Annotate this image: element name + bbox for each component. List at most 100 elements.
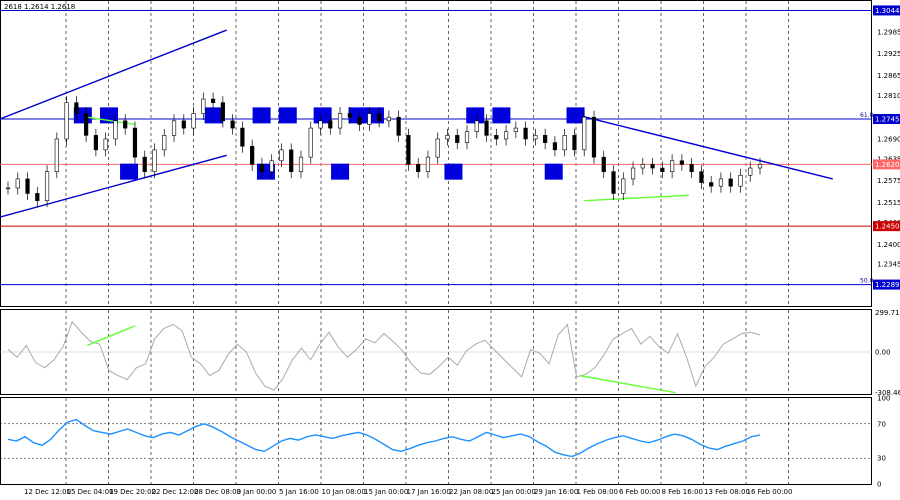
zone-box (444, 163, 463, 180)
candle-body (328, 120, 333, 129)
price-tick-label: 1.2400 (877, 241, 900, 249)
candle-body (728, 178, 733, 187)
x-tick-label: 1 Feb 08:00 (577, 488, 618, 496)
candle-body (5, 187, 11, 190)
x-tick-label: 22 Dec 12:00 (152, 488, 199, 496)
price-tick-label: 1.2690 (877, 135, 900, 143)
price-tick-label: 1.2985 (877, 28, 900, 36)
candle-body (337, 113, 343, 129)
candle-body (298, 156, 304, 172)
candle-body (220, 102, 225, 122)
candle-body (171, 120, 177, 136)
candle-body (562, 135, 567, 151)
rsi-tick-label: 0 (877, 481, 881, 489)
zone-box (331, 163, 350, 180)
fib-marker: 50.0 (860, 278, 874, 285)
candle-body (357, 116, 362, 125)
candle-body (718, 178, 724, 187)
zone-box (204, 107, 223, 124)
candle-body (201, 98, 206, 114)
candle-body (533, 135, 538, 140)
x-tick-label: 6 Feb 00:00 (619, 488, 660, 496)
candle-body (181, 120, 186, 129)
candle-body (386, 116, 391, 122)
level-tag-label: 1.2450 (875, 223, 900, 231)
cci-tick-label: 0.00 (875, 349, 891, 357)
candle-body (679, 160, 684, 165)
candle-body (318, 120, 323, 129)
candle-body (93, 135, 98, 151)
candle-body (44, 171, 50, 202)
candle-body (132, 127, 138, 158)
candle-body (484, 120, 489, 136)
candle-body (474, 120, 479, 133)
candle-body (347, 113, 352, 118)
candle-body (377, 113, 382, 122)
candle-body (494, 135, 499, 140)
candle-body (64, 102, 69, 140)
level-tag-label: 1.3044 (875, 7, 900, 15)
zone-box (492, 107, 511, 124)
candle-body (699, 171, 704, 183)
level-tag-label: 1.2289 (875, 281, 900, 289)
x-tick-label: 29 Jan 16:00 (534, 488, 578, 496)
x-tick-label: 15 Jan 00:00 (364, 488, 408, 496)
cci-tick-label: 299.7167 (875, 309, 900, 317)
chart-canvas: 61.850.0 1.29851.29251.28651.28101.27501… (0, 0, 900, 500)
candle-body (15, 178, 20, 189)
x-tick-label: 8 Feb 16:00 (662, 488, 703, 496)
candle-body (572, 135, 577, 151)
x-tick-label: 25 Jan 00:00 (492, 488, 536, 496)
candle-body (74, 102, 79, 114)
candle-body (84, 113, 89, 136)
price-tick-label: 1.2515 (877, 199, 900, 207)
x-tick-label: 15 Dec 04:00 (67, 488, 114, 496)
candle-body (640, 164, 645, 169)
candle-body (591, 116, 597, 158)
candle-body (670, 160, 675, 172)
rsi-tick-label: 100 (877, 395, 890, 403)
candle-body (660, 167, 665, 172)
candle-body (513, 127, 518, 133)
x-tick-label: 16 Feb 00:00 (747, 488, 793, 496)
zone-box (566, 107, 585, 124)
candle-body (240, 127, 245, 147)
candle-body (523, 127, 528, 140)
x-axis-labels: 12 Dec 12:0015 Dec 04:0019 Dec 20:0022 D… (24, 488, 792, 496)
candle-body (445, 135, 450, 140)
candle-body (630, 167, 636, 180)
candle-body (25, 178, 30, 194)
price-tick-label: 1.2575 (877, 177, 900, 185)
candle-body (552, 142, 558, 151)
candle-body (35, 193, 40, 202)
candle-body (416, 164, 421, 172)
x-tick-label: 12 Dec 12:00 (24, 488, 71, 496)
candle-body (162, 135, 167, 151)
candle-body (123, 120, 128, 129)
candle-body (582, 116, 587, 151)
price-tick-label: 1.2810 (877, 92, 900, 100)
candle-body (269, 160, 274, 172)
candle-body (689, 164, 694, 172)
candle-body (396, 116, 401, 136)
zone-box (544, 163, 563, 180)
candle-body (650, 164, 655, 169)
x-tick-label: 22 Jan 08:00 (449, 488, 493, 496)
candle-body (601, 156, 606, 172)
rsi-tick-label: 30 (877, 455, 886, 463)
candle-body (113, 120, 118, 140)
price-tick-label: 1.2925 (877, 50, 900, 58)
candle-body (425, 156, 431, 172)
candle-body (259, 164, 265, 172)
candle-body (503, 131, 509, 140)
candle-body (210, 98, 216, 103)
candle-body (142, 156, 147, 172)
candle-body (611, 171, 616, 194)
x-tick-label: 13 Feb 08:00 (704, 488, 750, 496)
level-tag-label: 1.2620 (875, 161, 900, 169)
candle-body (435, 138, 440, 158)
x-tick-label: 17 Jan 16:00 (407, 488, 451, 496)
zone-box (252, 107, 271, 124)
ohlc-header: 2618 1.2614 1.2618 (4, 3, 75, 11)
candle-body (621, 178, 626, 194)
